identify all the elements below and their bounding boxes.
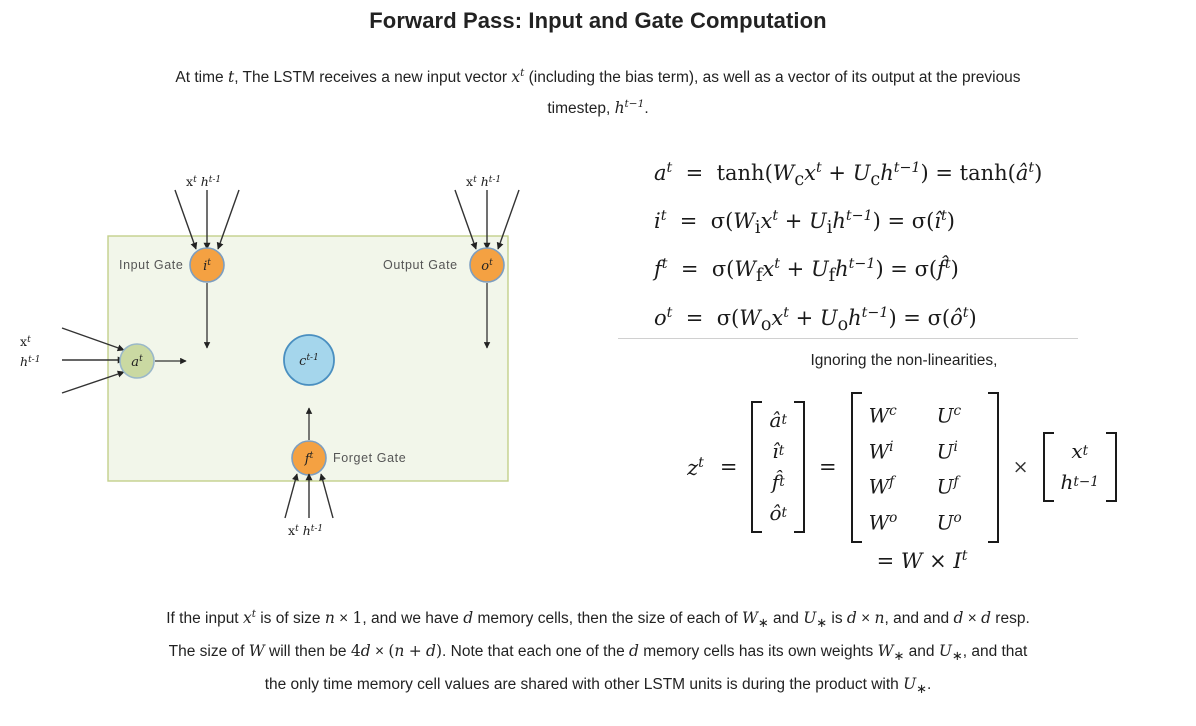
intro-text-e: . xyxy=(644,100,649,118)
ignoring-nonlinearities-text: Ignoring the non-linearities, xyxy=(810,352,998,369)
intro-text-b: , The LSTM receives a new input vector xyxy=(234,69,512,87)
section-divider xyxy=(618,338,1078,339)
forget-gate-bottom-label: xt ht-1 xyxy=(288,523,323,538)
input-vector-row-x: xt xyxy=(1071,439,1089,464)
z-vector-row-o: ôt xyxy=(769,501,787,526)
output-gate-top-label: xt ht-1 xyxy=(466,174,501,189)
z-vector-row-f: f̂ t xyxy=(771,470,785,495)
activation-input-h-label: ht-1 xyxy=(20,354,40,369)
z-vector-body: ât ît f̂ t ôt xyxy=(762,401,794,533)
footer-line-2: The size of W will then be 4d × (n + d).… xyxy=(168,642,1028,664)
forget-gate-caption: Forget Gate xyxy=(333,451,406,465)
input-gate-caption: Input Gate xyxy=(119,258,183,272)
input-gate-top-label: xt ht-1 xyxy=(186,174,221,189)
bracket-left xyxy=(1042,432,1054,503)
footer-line-1: If the input xt is of size n × 1, and we… xyxy=(166,608,1030,631)
weight-row-o: Wo Uo xyxy=(868,509,962,535)
matrix-z-label: zt xyxy=(687,454,704,480)
weight-matrix-body: Wc Uc Wi Ui Wf Uf Wo Uo xyxy=(862,392,988,543)
footer-line-3: the only time memory cell values are sha… xyxy=(264,675,932,697)
output-gate-caption: Output Gate xyxy=(383,258,458,272)
gate-equations: at = tanh(Wcxt + Ucht−1) = tanh(ât) it =… xyxy=(612,150,1196,343)
intro-text-a: At time xyxy=(175,69,228,87)
z-vector-row-a: ât xyxy=(769,408,787,433)
equation-row-i: it = σ(Wixt + Uiht−1) = σ(ît) xyxy=(654,208,955,239)
matrix-times-symbol: × xyxy=(1012,456,1029,479)
lstm-diagram: it ot ft at ct-1 Input Gate Output Gate … xyxy=(0,150,600,570)
footer-paragraph: If the input xt is of size n × 1, and we… xyxy=(24,600,1172,703)
bracket-right xyxy=(1105,432,1117,503)
intro-var-h: h xyxy=(614,99,625,118)
activation-input-x-label: xt xyxy=(20,334,31,349)
weight-row-i: Wi Ui xyxy=(868,438,958,464)
intro-text-c: (including the bias term), as well as a … xyxy=(524,69,1021,87)
equation-row-a: at = tanh(Wcxt + Ucht−1) = tanh(ât) xyxy=(654,160,1043,191)
weight-row-c: Wc Uc xyxy=(868,403,962,428)
bracket-left xyxy=(751,401,763,534)
matrix-weight-matrix: Wc Uc Wi Ui Wf Uf Wo Uo xyxy=(847,392,1003,543)
lstm-diagram-svg: it ot ft at ct-1 Input Gate Output Gate … xyxy=(20,174,520,538)
input-vector-row-h: h t−1 xyxy=(1060,470,1099,495)
matrix-equals-2: = xyxy=(819,455,837,480)
weight-row-f: Wf Uf xyxy=(868,474,959,499)
matrix-z-vector: ât ît f̂ t ôt xyxy=(747,401,809,534)
z-vector-row-i: ît xyxy=(772,439,785,464)
intro-paragraph: At time t, The LSTM receives a new input… xyxy=(40,60,1156,122)
intro-text-d: timestep, xyxy=(547,100,615,118)
matrix-equals-1: = xyxy=(719,455,738,480)
matrix-final-line: = W × It xyxy=(876,548,968,573)
bracket-left xyxy=(850,392,862,543)
equation-row-f: ft = σ(Wfxt + Ufht−1) = σ(f̂t) xyxy=(654,256,959,287)
equation-row-o: ot = σ(Woxt + Uoht−1) = σ(ôt) xyxy=(654,304,977,335)
page-title: Forward Pass: Input and Gate Computation xyxy=(369,8,827,33)
bracket-right xyxy=(987,392,999,543)
bracket-right xyxy=(794,401,805,534)
matrix-equation: zt = ât ît f̂ t ôt = Wc Uc Wi Ui Wf Uf Wo Uo … xyxy=(612,392,1196,543)
intro-var-x: x xyxy=(511,68,521,87)
matrix-input-vector: xt h t−1 xyxy=(1039,432,1121,503)
input-vector-body: xt h t−1 xyxy=(1054,432,1106,502)
gate-equation-rows: at = tanh(Wcxt + Ucht−1) = tanh(ât) it =… xyxy=(612,150,1196,343)
intro-var-h-sup: t−1 xyxy=(624,98,645,111)
